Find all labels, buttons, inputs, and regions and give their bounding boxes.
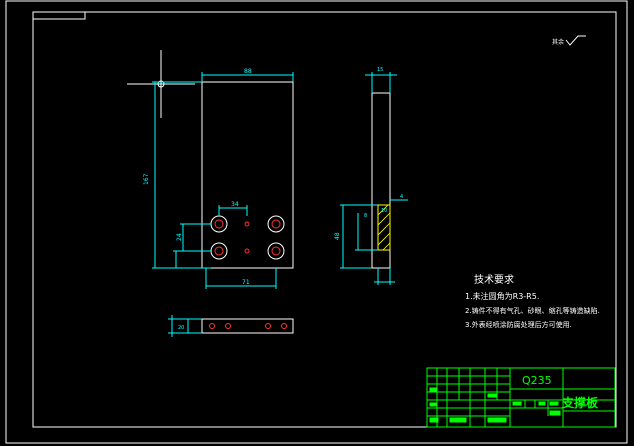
- hole: [271, 246, 281, 256]
- roughness-note: 其余: [552, 35, 586, 46]
- frame-label-strip: [32, 11, 86, 20]
- top-view: 20: [168, 315, 294, 337]
- dim-side-thickness: 15: [377, 67, 383, 73]
- hole-counterbore: [210, 215, 228, 233]
- tech-req-title: 技术要求: [474, 273, 514, 286]
- hole-counterbore: [267, 215, 285, 233]
- drawing-frame: [32, 11, 617, 428]
- top-hole: [225, 323, 231, 329]
- cad-drawing-canvas: 其余 88 167 34 24 71 15 48 8 10 4 20 技术要求 …: [5, 0, 628, 444]
- hole: [271, 219, 281, 229]
- tech-requirements: 技术要求 1.未注圆角为R3-R5. 2.铸件不得有气孔、砂眼、缩孔等铸造缺陷.…: [465, 273, 600, 329]
- dim-bottom-height: 20: [178, 325, 184, 331]
- dim-hole-spacing-x: 34: [231, 201, 239, 208]
- hole-group: [210, 215, 285, 260]
- hole-counterbore: [267, 242, 285, 260]
- dim-side-left: 8: [364, 213, 367, 219]
- top-hole: [209, 323, 215, 329]
- side-dimension-lines: [340, 72, 408, 285]
- plate-outline: [201, 81, 294, 269]
- hole-counterbore: [210, 242, 228, 260]
- front-view: 88 167 34 24 71: [143, 68, 294, 289]
- small-hole: [244, 221, 250, 227]
- roughness-label: 其余: [552, 38, 564, 46]
- material-label: Q235: [522, 374, 552, 387]
- part-name-label: 支撑板: [561, 395, 599, 410]
- tech-req-item-3: 3.外表经喷涂防腐处理后方可使用.: [465, 320, 572, 329]
- hole: [214, 246, 224, 256]
- dim-overall-height: 167: [143, 173, 150, 185]
- dim-side-height: 48: [334, 232, 341, 240]
- origin-crosshair-icon: [127, 50, 195, 118]
- dim-hole-spacing-y: 24: [176, 233, 183, 241]
- small-hole: [244, 248, 250, 254]
- side-view: 15 48 8 10 4: [334, 67, 408, 285]
- dim-bottom-spacing: 71: [242, 279, 250, 286]
- hole: [214, 219, 224, 229]
- dim-side-right: 4: [400, 194, 403, 200]
- dim-overall-width: 88: [244, 68, 252, 75]
- tech-req-item-2: 2.铸件不得有气孔、砂眼、缩孔等铸造缺陷.: [465, 306, 600, 315]
- dimension-lines: [152, 72, 294, 289]
- top-strip-outline: [201, 318, 294, 334]
- tech-req-item-1: 1.未注圆角为R3-R5.: [465, 291, 539, 301]
- dim-side-small: 10: [381, 208, 387, 214]
- top-hole: [281, 323, 287, 329]
- top-hole: [265, 323, 271, 329]
